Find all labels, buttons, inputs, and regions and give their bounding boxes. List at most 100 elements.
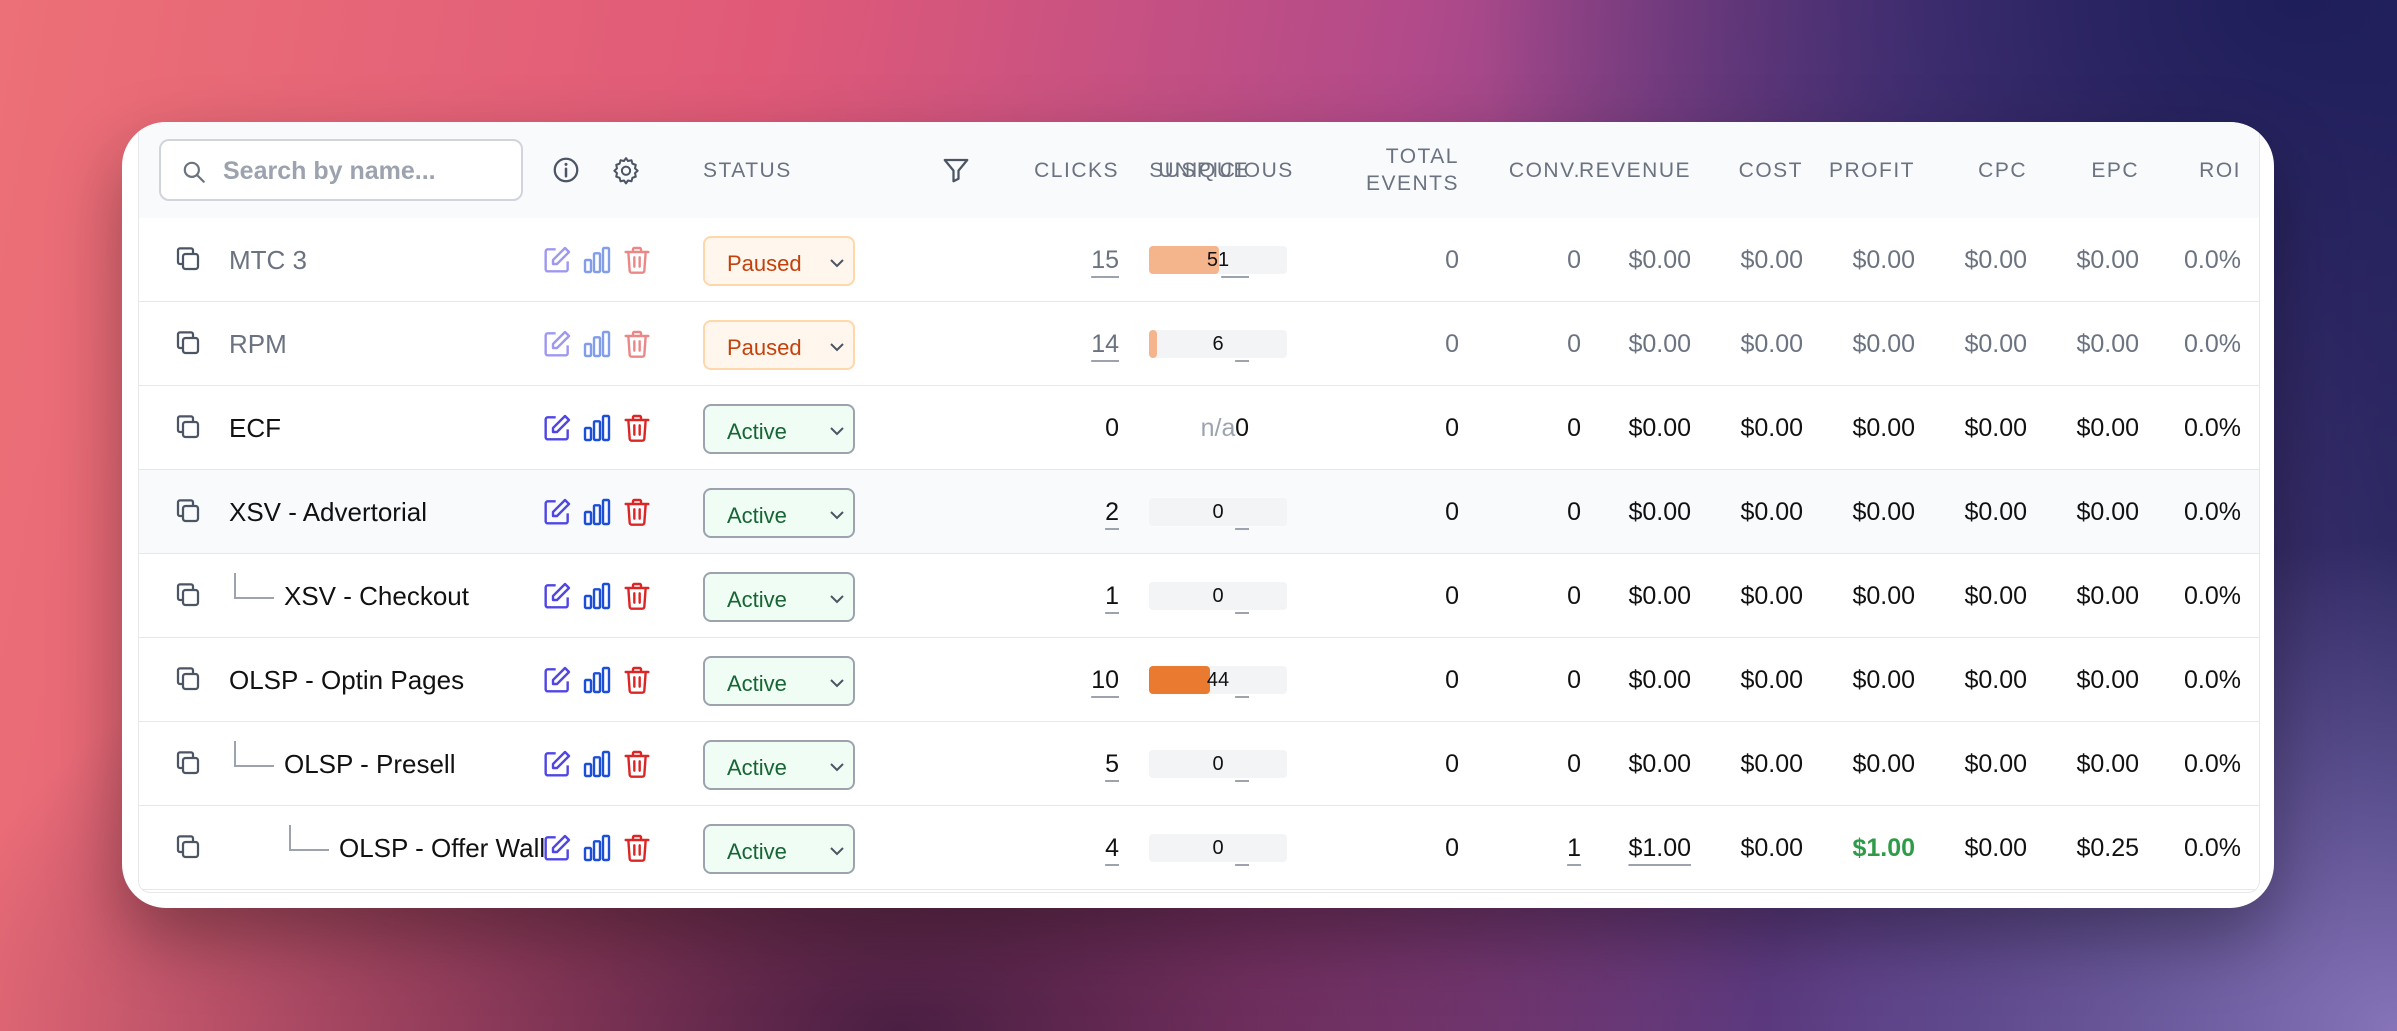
campaign-name[interactable]: RPM (229, 302, 287, 386)
bar-chart-icon[interactable] (581, 580, 613, 612)
revenue-cell[interactable]: $1.00 (1579, 806, 1691, 890)
gear-icon[interactable] (611, 155, 641, 185)
campaign-name[interactable]: ECF (229, 386, 281, 470)
suspicious-value: 51 (1206, 249, 1230, 271)
clicks-cell[interactable]: 5 (969, 722, 1119, 806)
campaign-name[interactable]: OLSP - Offer Wall (339, 806, 545, 890)
cost-value: $0.00 (1740, 414, 1803, 442)
col-cpc[interactable]: CPC (1915, 122, 2027, 218)
suspicious-bar: 51 (1149, 246, 1287, 274)
table-row[interactable]: ECF Active 0 0 n/a 0 0 $0.00 $0.00 $0.00 $0.00 $0.0… (139, 386, 2259, 470)
col-total-events[interactable]: TOTAL EVENTS (1329, 122, 1459, 218)
copy-icon[interactable] (173, 580, 203, 610)
bar-chart-icon[interactable] (581, 412, 613, 444)
clicks-cell[interactable]: 15 (969, 218, 1119, 302)
profit-cell: $0.00 (1803, 302, 1915, 386)
status-select[interactable]: Active (703, 740, 855, 790)
bar-chart-icon[interactable] (581, 832, 613, 864)
clicks-cell[interactable]: 1 (969, 554, 1119, 638)
table-row[interactable]: XSV - CheckoutActive11000$0.00$0.00$0.00… (139, 554, 2259, 638)
clicks-cell[interactable]: 10 (969, 638, 1119, 722)
bar-chart-icon[interactable] (581, 496, 613, 528)
trash-icon[interactable] (621, 412, 653, 444)
campaign-name[interactable]: OLSP - Presell (284, 722, 455, 806)
profit-value: $0.00 (1852, 666, 1915, 694)
clicks-cell[interactable]: 4 (969, 806, 1119, 890)
col-revenue[interactable]: REVENUE (1579, 122, 1691, 218)
bar-chart-icon[interactable] (581, 664, 613, 696)
status-select[interactable]: Active (703, 656, 855, 706)
trash-icon[interactable] (621, 832, 653, 864)
col-conv[interactable]: CONV. (1469, 122, 1581, 218)
filter-icon[interactable] (941, 155, 971, 185)
profit-cell: $0.00 (1803, 218, 1915, 302)
search-input[interactable] (221, 151, 515, 191)
cpc-cell: $0.00 (1915, 638, 2027, 722)
col-suspicious[interactable]: SUSPICIOUS (1149, 122, 1294, 218)
status-select[interactable]: Active (703, 824, 855, 874)
status-select[interactable]: Paused (703, 320, 855, 370)
col-profit[interactable]: PROFIT (1803, 122, 1915, 218)
chevron-down-icon (830, 679, 844, 688)
copy-icon[interactable] (173, 664, 203, 694)
copy-icon[interactable] (173, 748, 203, 778)
status-select[interactable]: Active (703, 488, 855, 538)
edit-icon[interactable] (541, 664, 573, 696)
bar-chart-icon[interactable] (581, 328, 613, 360)
copy-icon[interactable] (173, 832, 203, 862)
col-roi[interactable]: ROI (2139, 122, 2241, 218)
col-cost[interactable]: COST (1691, 122, 1803, 218)
total-events-cell: 0 (1329, 554, 1459, 638)
col-clicks[interactable]: CLICKS (969, 122, 1119, 218)
search-box[interactable] (159, 139, 523, 201)
trash-icon[interactable] (621, 496, 653, 528)
epc-cell: $0.00 (2027, 302, 2139, 386)
copy-icon[interactable] (173, 412, 203, 442)
trash-icon[interactable] (621, 244, 653, 276)
profit-cell: $0.00 (1803, 638, 1915, 722)
col-epc[interactable]: EPC (2027, 122, 2139, 218)
conv-cell[interactable]: 1 (1469, 806, 1581, 890)
col-status[interactable]: STATUS (703, 122, 792, 218)
trash-icon[interactable] (621, 748, 653, 780)
status-select[interactable]: Active (703, 572, 855, 622)
info-icon[interactable] (551, 155, 581, 185)
trash-icon[interactable] (621, 664, 653, 696)
edit-icon[interactable] (541, 580, 573, 612)
campaign-name[interactable]: OLSP - Optin Pages (229, 638, 464, 722)
suspicious-bar: 0 (1149, 582, 1287, 610)
edit-icon[interactable] (541, 244, 573, 276)
edit-icon[interactable] (541, 748, 573, 780)
cpc-value: $0.00 (1964, 414, 2027, 442)
trash-icon[interactable] (621, 580, 653, 612)
table-row[interactable]: OLSP - Optin PagesActive1074400$0.00$0.0… (139, 638, 2259, 722)
bar-chart-icon[interactable] (581, 244, 613, 276)
table-row[interactable]: OLSP - PresellActive54000$0.00$0.00$0.00… (139, 722, 2259, 806)
roi-cell: 0.0% (2139, 218, 2241, 302)
table-row[interactable]: MTC 3Paused15105100$0.00$0.00$0.00$0.00$… (139, 218, 2259, 302)
edit-icon[interactable] (541, 832, 573, 864)
cost-cell: $0.00 (1691, 302, 1803, 386)
clicks-cell[interactable]: 2 (969, 470, 1119, 554)
epc-value: $0.00 (2076, 666, 2139, 694)
roi-cell: 0.0% (2139, 386, 2241, 470)
table-row[interactable]: RPMPaused148600$0.00$0.00$0.00$0.00$0.00… (139, 302, 2259, 386)
cost-value: $0.00 (1740, 582, 1803, 610)
bar-chart-icon[interactable] (581, 748, 613, 780)
table-row[interactable]: XSV - AdvertorialActive21000$0.00$0.00$0… (139, 470, 2259, 554)
campaign-name[interactable]: XSV - Advertorial (229, 470, 427, 554)
copy-icon[interactable] (173, 328, 203, 358)
campaign-name[interactable]: MTC 3 (229, 218, 307, 302)
copy-icon[interactable] (173, 496, 203, 526)
revenue-value: $0.00 (1628, 330, 1691, 358)
clicks-cell[interactable]: 14 (969, 302, 1119, 386)
edit-icon[interactable] (541, 328, 573, 360)
status-select[interactable]: Active (703, 404, 855, 454)
trash-icon[interactable] (621, 328, 653, 360)
campaign-name[interactable]: XSV - Checkout (284, 554, 469, 638)
table-row[interactable]: OLSP - Offer WallActive43001$1.00$0.00$1… (139, 806, 2259, 890)
copy-icon[interactable] (173, 244, 203, 274)
edit-icon[interactable] (541, 412, 573, 444)
status-select[interactable]: Paused (703, 236, 855, 286)
edit-icon[interactable] (541, 496, 573, 528)
